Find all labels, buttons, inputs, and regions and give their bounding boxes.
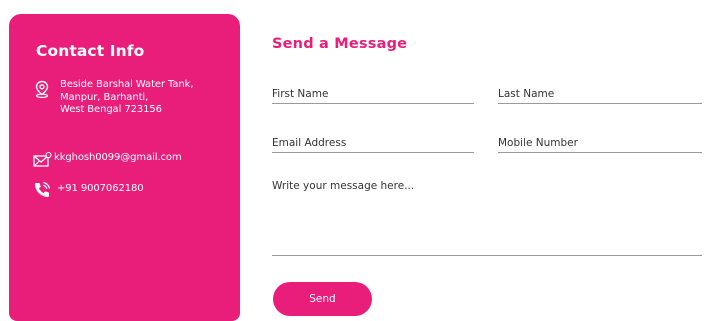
email-address-field [272,131,474,153]
first-name-input[interactable] [272,88,474,100]
send-message-title: Send a Message [272,36,408,52]
first-name-field [272,82,474,104]
last-name-input[interactable] [498,88,702,100]
send-button[interactable]: Send [273,282,372,316]
message-textarea[interactable] [272,180,702,250]
phone-row: +91 9007062180 [32,180,144,200]
location-pin-icon [32,79,52,99]
contact-info-card: Contact Info Beside Barshal Water Tank, … [9,14,240,321]
contact-info-title: Contact Info [36,42,145,60]
address-row: Beside Barshal Water Tank, Manpur, Barha… [32,79,194,117]
mobile-number-field [498,131,702,153]
envelope-icon [32,150,52,170]
phone-text: +91 9007062180 [57,183,144,194]
contact-page: Contact Info Beside Barshal Water Tank, … [0,0,724,321]
address-text: Beside Barshal Water Tank, Manpur, Barha… [60,79,194,115]
mobile-number-input[interactable] [498,137,702,149]
email-text: kkghosh0099@gmail.com [54,152,182,163]
last-name-field [498,82,702,104]
email-row: kkghosh0099@gmail.com [32,150,182,170]
email-address-input[interactable] [272,137,474,149]
phone-icon [32,180,52,200]
message-field [272,180,702,256]
